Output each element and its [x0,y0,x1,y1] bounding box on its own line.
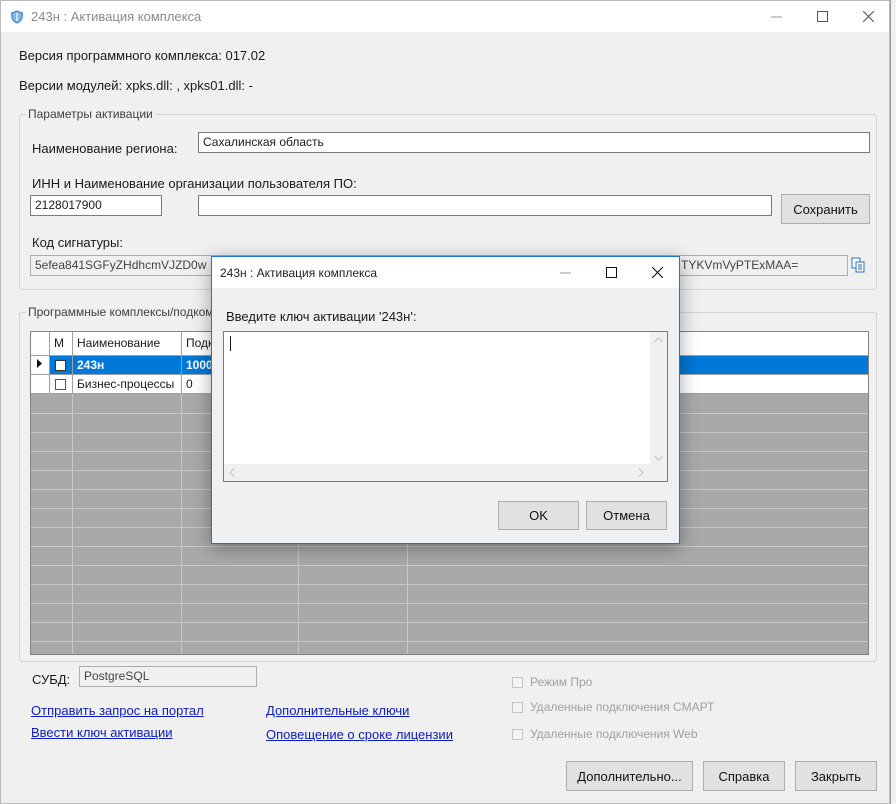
row-name: Бизнес-процессы [73,375,182,394]
copy-icon[interactable] [851,257,865,273]
ok-button[interactable]: OK [498,501,579,530]
license-notify-link[interactable]: Оповещение о сроке лицензии [266,727,453,742]
app-shield-icon [10,10,24,24]
dialog-title-bar: 243н : Активация комплекса [212,257,679,288]
minimize-button[interactable] [753,1,799,32]
row-header [31,356,50,375]
enter-key-link[interactable]: Ввести ключ активации [31,725,173,740]
remote-web-box [512,728,523,740]
pro-mode-box [512,676,523,688]
row-header [31,375,50,394]
grid-header-m[interactable]: М [50,332,73,356]
remote-smart-checkbox[interactable]: Удаленные подключения СМАРТ [512,700,714,714]
row-checkbox[interactable] [55,360,66,371]
maximize-icon [605,267,617,278]
remote-web-checkbox[interactable]: Удаленные подключения Web [512,727,698,741]
grid-header-name[interactable]: Наименование [73,332,182,356]
signature-end: TYKVmVyPTExMAA= [681,258,799,272]
dbms-label: СУБД: [32,672,71,687]
background-edge [890,0,896,804]
module-versions-label: Версии модулей: xpks.dll: , xpks01.dll: … [19,78,253,93]
row-checkbox-cell[interactable] [50,375,73,394]
scrollbar-corner [650,464,667,481]
save-button[interactable]: Сохранить [781,194,870,224]
vertical-scrollbar[interactable] [650,332,667,466]
cancel-button[interactable]: Отмена [586,501,667,530]
activation-params-legend: Параметры активации [26,107,155,121]
grid-corner [31,332,50,356]
org-label: ИНН и Наименование организации пользоват… [32,176,357,191]
pro-mode-label: Режим Про [530,675,593,689]
row-checkbox-cell[interactable] [50,356,73,375]
close-window-button[interactable] [845,1,891,32]
region-field[interactable]: Сахалинская область [198,132,870,153]
more-button[interactable]: Дополнительно... [566,761,693,791]
title-bar: 243н : Активация комплекса [1,1,889,32]
horizontal-scrollbar[interactable] [224,464,650,481]
inn-field[interactable]: 2128017900 [30,195,162,216]
minimize-icon [559,272,571,274]
remote-smart-label: Удаленные подключения СМАРТ [530,700,715,714]
dialog-close-button[interactable] [634,257,680,288]
dialog-maximize-button[interactable] [588,257,634,288]
pro-mode-checkbox[interactable]: Режим Про [512,675,592,689]
activation-key-input[interactable] [223,331,668,482]
org-name-field[interactable] [198,195,772,216]
row-name: 243н [73,356,182,375]
row-checkbox[interactable] [55,379,66,390]
close-icon [651,267,663,278]
scroll-right-icon[interactable] [638,468,644,477]
program-version-label: Версия программного комплекса: 017.02 [19,48,266,63]
scroll-left-icon[interactable] [229,468,235,477]
signature-label: Код сигнатуры: [32,235,123,250]
region-label: Наименование региона: [32,141,178,156]
current-row-arrow-icon [37,359,42,368]
dialog-prompt: Введите ключ активации '243н': [226,309,417,324]
remote-smart-box [512,701,523,713]
minimize-icon [770,16,782,18]
close-icon [862,11,874,22]
send-request-link[interactable]: Отправить запрос на портал [31,703,204,718]
scroll-up-icon[interactable] [654,337,663,343]
activation-key-dialog: 243н : Активация комплекса Введите ключ … [211,256,680,544]
text-caret [230,336,231,351]
complexes-legend: Программные комплексы/подком [26,305,216,319]
scroll-down-icon[interactable] [654,455,663,461]
close-button[interactable]: Закрыть [795,761,877,791]
remote-web-label: Удаленные подключения Web [530,727,698,741]
dbms-field[interactable]: PostgreSQL [79,666,257,687]
window-title: 243н : Активация комплекса [31,9,202,24]
additional-keys-link[interactable]: Дополнительные ключи [266,703,409,718]
maximize-button[interactable] [799,1,845,32]
help-button[interactable]: Справка [703,761,785,791]
dialog-minimize-button[interactable] [542,257,588,288]
signature-start: 5efea841SGFyZHdhcmVJZD0w [35,258,207,272]
dialog-title: 243н : Активация комплекса [220,266,378,280]
maximize-icon [816,11,828,22]
